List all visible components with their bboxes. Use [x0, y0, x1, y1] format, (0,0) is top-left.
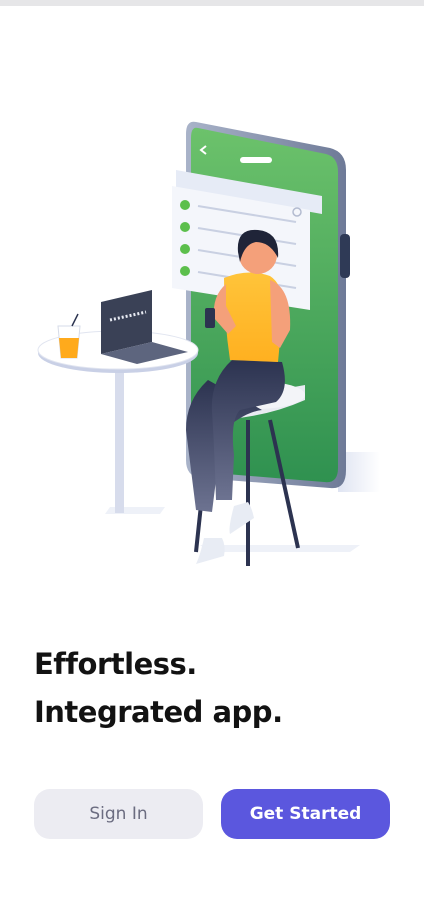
- top-status-bar: [0, 0, 424, 6]
- get-started-button[interactable]: Get Started: [221, 789, 390, 839]
- hero-illustration: [37, 121, 380, 566]
- headline: Effortless. Integrated app.: [34, 640, 283, 736]
- sign-in-button[interactable]: Sign In: [34, 789, 203, 839]
- headline-line-2: Integrated app.: [34, 695, 283, 729]
- headline-line-1: Effortless.: [34, 647, 197, 681]
- drink-cup: [57, 313, 81, 359]
- laptop: [101, 290, 188, 364]
